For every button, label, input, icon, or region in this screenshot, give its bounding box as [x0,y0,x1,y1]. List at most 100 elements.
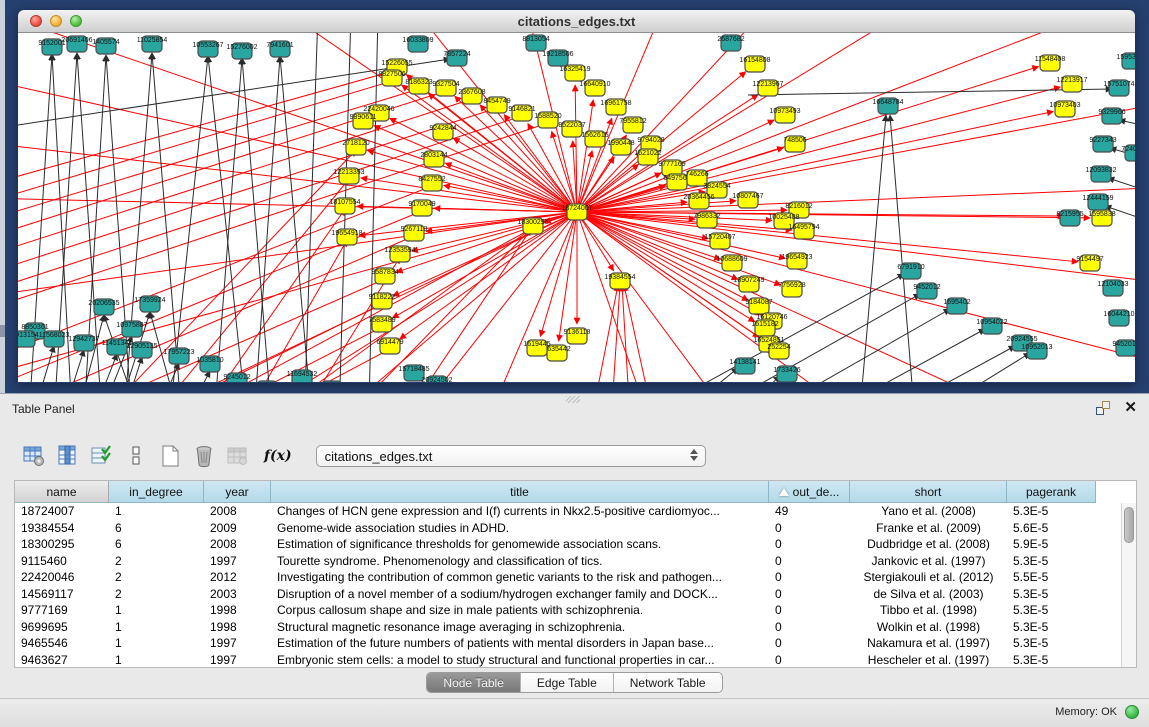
graph-node[interactable]: 9118222 [369,293,396,309]
graph-node[interactable]: 9452013 [1112,340,1135,356]
table-disabled-icon[interactable] [224,442,252,470]
graph-node[interactable]: 7756928 [778,281,805,297]
graph-node[interactable]: 2718120 [342,139,369,155]
graph-node[interactable]: 11025854 [137,36,168,52]
scrollbar-thumb[interactable] [1124,507,1134,543]
graph-node[interactable]: 9329966 [1098,108,1125,124]
graph-node[interactable]: 7955812 [619,117,646,133]
graph-node[interactable]: 9587834 [371,268,398,284]
graph-node[interactable]: 16033809 [402,36,433,52]
graph-node[interactable]: 2803144 [420,151,447,167]
graph-node[interactable]: 1695402 [943,298,970,314]
graph-node[interactable]: 1615182 [751,320,778,336]
graph-node[interactable]: 19384554 [604,273,635,289]
graph-node[interactable]: 16154808 [739,56,770,72]
table-settings-icon[interactable] [20,442,48,470]
tab-edge-table[interactable]: Edge Table [521,673,614,692]
table-row[interactable]: 1938455462009Genome-wide association stu… [15,520,1136,537]
graph-node[interactable]: 7986332 [693,212,720,228]
graph-node[interactable]: 12905135 [126,342,157,358]
graph-node[interactable]: 11548408 [1035,55,1066,71]
column-header-pagerank[interactable]: pagerank [1007,481,1096,503]
graph-node[interactable]: 16961758 [600,99,631,115]
table-row[interactable]: 1830029562008Estimation of significance … [15,536,1136,553]
graph-node[interactable]: 11694532 [287,370,318,382]
graph-node[interactable]: 10688609 [716,255,747,271]
graph-node[interactable]: 15953801 [1116,53,1135,69]
graph-node[interactable]: 10553267 [192,41,223,57]
graph-node[interactable]: 2687682 [717,35,744,51]
table-row[interactable]: 946362711997Embryonic stem cells: a mode… [15,652,1136,669]
new-document-icon[interactable] [156,442,184,470]
graph-node[interactable]: 9327504 [432,80,459,96]
graph-node[interactable]: 1619445 [523,340,550,356]
graph-node[interactable]: 12104033 [1097,280,1128,296]
vertical-scrollbar[interactable] [1121,503,1136,667]
graph-node[interactable]: 1405574 [92,38,119,54]
graph-node[interactable]: 6791910 [897,263,924,279]
graph-node[interactable]: 6914479 [376,338,403,354]
table-row[interactable]: 2242004622012Investigating the contribut… [15,569,1136,586]
graph-node[interactable]: 15276002 [226,43,257,59]
graph-node[interactable]: 17359924 [134,296,165,312]
graph-node[interactable]: 9242844 [429,124,456,140]
graph-node[interactable]: 9154497 [1076,255,1103,271]
network-graph-canvas[interactable]: 1872400718300295193845541522605588275068… [18,33,1135,382]
table-select-rows-icon[interactable] [88,442,116,470]
graph-node[interactable]: 18907249 [733,276,764,292]
tab-node-table[interactable]: Node Table [427,673,521,692]
graph-node[interactable]: 9245012 [223,373,250,382]
float-panel-icon[interactable] [1096,401,1110,415]
table-row[interactable]: 977716911998Corpus callosum shape and si… [15,602,1136,619]
function-builder-icon[interactable]: f(x) [264,448,292,464]
graph-node[interactable]: 9146821 [508,105,535,121]
graph-node[interactable]: 8215955 [1056,210,1083,226]
tab-network-table[interactable]: Network Table [614,673,722,692]
graph-node[interactable]: 10973403 [1049,101,1080,117]
graph-node[interactable]: 16325419 [559,65,590,81]
graph-node[interactable]: 8427552 [418,175,445,191]
graph-node[interactable]: 8827506 [378,70,405,86]
graph-node[interactable]: 17957223 [163,348,194,364]
graph-node[interactable]: 7941601 [266,41,293,57]
graph-node[interactable]: 16640910 [579,80,610,96]
table-column-icon[interactable] [54,442,82,470]
table-row[interactable]: 946554611997Estimation of the future num… [15,635,1136,652]
graph-node[interactable]: 9267110 [401,225,428,241]
graph-node[interactable]: 16495794 [788,223,819,239]
graph-node[interactable]: 7240551 [1121,145,1135,161]
graph-node[interactable]: 7857224 [443,50,470,66]
graph-node[interactable]: 10654022 [251,381,282,382]
graph-node[interactable]: 7583489 [368,316,395,332]
graph-node[interactable]: 8813054 [522,35,549,51]
graph-node[interactable]: 1990448 [607,139,634,155]
graph-node[interactable]: 9890611 [350,113,377,129]
graph-node[interactable]: 16648784 [872,98,903,114]
column-header-name[interactable]: name [15,481,109,503]
graph-node[interactable]: 9184087 [745,298,772,314]
graph-node[interactable]: 252254 [767,343,790,359]
graph-node[interactable]: 1733426 [773,366,800,382]
graph-node[interactable]: 9170049 [408,200,435,216]
close-panel-icon[interactable]: ✕ [1124,401,1137,415]
network-window[interactable]: citations_edges.txt 18724007183002951938… [18,10,1135,383]
splitter-grip[interactable] [566,396,580,403]
graph-node[interactable]: 748506 [783,136,806,152]
graph-node[interactable]: 16044210 [1103,310,1134,326]
column-header-short[interactable]: short [850,481,1007,503]
network-window-titlebar[interactable]: citations_edges.txt [18,10,1135,33]
graph-node[interactable]: 12450123 [316,381,347,382]
graph-node[interactable]: 9452012 [913,283,940,299]
table-row[interactable]: 911546021997Tourette syndrome. Phenomeno… [15,553,1136,570]
graph-node[interactable]: 1595838 [1088,210,1115,226]
graph-node[interactable]: 11568023 [39,331,70,347]
graph-node[interactable]: 1562615 [581,131,608,147]
column-header-year[interactable]: year [204,481,271,503]
column-header-out_de[interactable]: out_de... [769,481,850,503]
graph-node[interactable]: 9136118 [564,328,591,344]
network-selector[interactable]: citations_edges.txt [316,445,706,467]
graph-node[interactable]: 20206535 [88,299,119,315]
graph-node[interactable]: 19218506 [542,50,573,66]
graph-node[interactable]: 8454749 [483,97,510,113]
table-row[interactable]: 1872400712008Changes of HCN gene express… [15,503,1136,520]
